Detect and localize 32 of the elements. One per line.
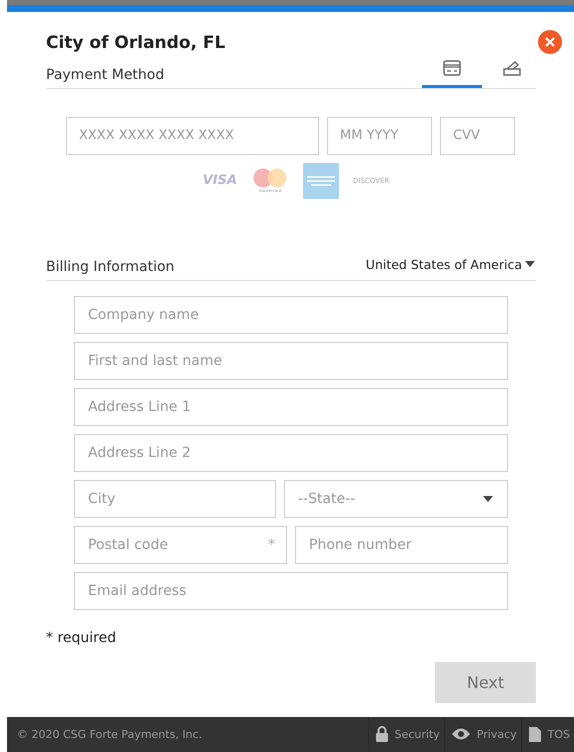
state-dropdown[interactable]: --State-- xyxy=(284,480,508,518)
input-field[interactable]: Phone number xyxy=(295,526,508,564)
copyright-text: © 2020 CSG Forte Payments, Inc. xyxy=(16,728,202,741)
merchant-title: City of Orlando, FL xyxy=(46,32,226,53)
eye-icon xyxy=(450,727,471,742)
input-field[interactable]: Address Line 2 xyxy=(74,434,508,472)
input-field[interactable]: City xyxy=(74,480,276,518)
required-mark: * xyxy=(268,536,275,553)
footer-link[interactable]: Privacy xyxy=(444,716,521,752)
input-field[interactable]: Email address xyxy=(74,572,508,610)
card-field[interactable]: XXXX XXXX XXXX XXXX xyxy=(66,116,319,155)
section-heading: Billing Information xyxy=(46,258,174,277)
card-field[interactable]: CVV xyxy=(440,116,515,155)
card-field[interactable]: MM YYYY xyxy=(327,116,432,155)
visa-logo: VISA xyxy=(202,173,238,188)
document-icon xyxy=(528,726,542,742)
close-button[interactable] xyxy=(538,30,562,54)
input-field[interactable]: First and last name xyxy=(74,342,508,380)
footer-link[interactable]: Security xyxy=(368,716,444,752)
section-heading: Payment Method xyxy=(46,66,164,85)
pen-icon xyxy=(503,60,521,76)
caret-icon xyxy=(482,494,494,503)
amex-logo xyxy=(303,162,340,199)
close-icon xyxy=(544,36,556,48)
input-field[interactable]: Address Line 1 xyxy=(74,388,508,426)
required-note: * required xyxy=(46,630,118,646)
caret-icon xyxy=(524,260,536,268)
footer-link[interactable]: TOS xyxy=(520,716,574,752)
credit-card-icon xyxy=(443,60,461,76)
country-dropdown[interactable]: United States of America xyxy=(366,256,536,280)
lock-icon xyxy=(374,726,389,742)
input-field[interactable]: Company name xyxy=(74,296,508,334)
